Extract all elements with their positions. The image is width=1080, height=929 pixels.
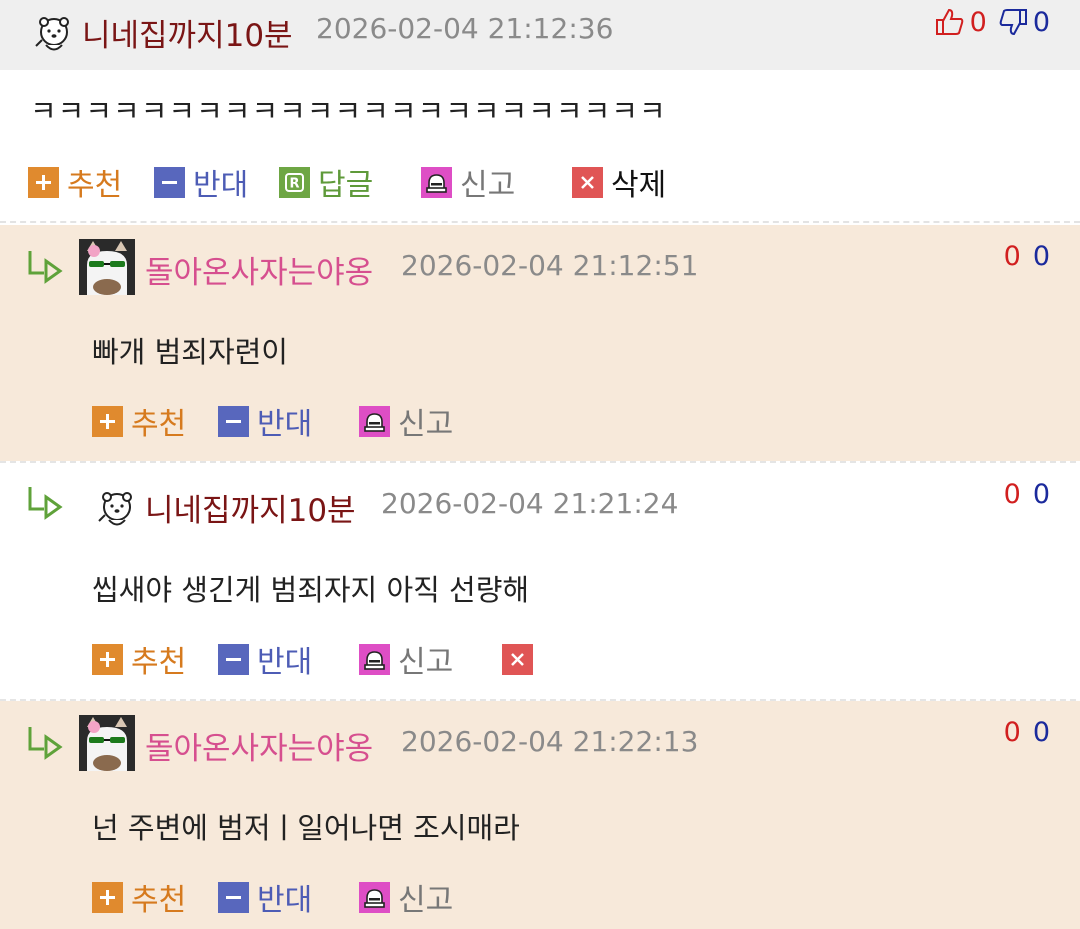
reply-actions: 추천 반대 신고 — [92, 877, 592, 918]
reply-button[interactable]: R 답글 — [279, 162, 374, 203]
reply-content: 넌 주변에 범저ㅣ일어나면 조시매라 — [92, 811, 520, 845]
minus-icon — [218, 643, 249, 675]
reply-arrow-icon — [28, 727, 63, 760]
siren-icon — [421, 166, 452, 198]
comment-timestamp: 2026-02-04 21:12:36 — [316, 12, 614, 45]
comment-nickname[interactable]: 니네집까지10분 — [82, 10, 293, 55]
siren-icon — [359, 643, 390, 675]
minus-icon — [154, 166, 185, 198]
reply-content: 빠개 범죄자련이 — [92, 335, 288, 369]
reply-item: 니네집까지10분 2026-02-04 21:21:24 0 0 씹새야 생긴게… — [0, 463, 1080, 699]
plus-icon — [28, 166, 59, 198]
oppose-label: 반대 — [257, 407, 313, 442]
reply-like-count: 0 — [1003, 717, 1021, 748]
reply-arrow-icon — [28, 251, 63, 284]
reply-dislike-count: 0 — [1032, 479, 1050, 510]
report-button[interactable]: 신고 — [359, 877, 454, 918]
oppose-label: 반대 — [257, 645, 313, 680]
svg-text:R: R — [289, 176, 299, 191]
reply-votes: 0 0 — [1004, 479, 1050, 510]
recommend-button[interactable]: 추천 — [92, 877, 187, 918]
plus-icon — [92, 405, 123, 437]
comment-content: ㅋㅋㅋㅋㅋㅋㅋㅋㅋㅋㅋㅋㅋㅋㅋㅋㅋㅋㅋㅋㅋㅋㅋ — [30, 94, 667, 128]
thumbs-up-icon[interactable] — [934, 6, 966, 38]
reply-timestamp: 2026-02-04 21:12:51 — [401, 249, 699, 282]
thumbs-down-icon[interactable] — [997, 6, 1029, 38]
like-count: 0 — [969, 6, 987, 38]
recommend-label: 추천 — [67, 168, 123, 203]
reply-arrow-icon — [28, 487, 63, 520]
reply-content: 씹새야 생긴게 범죄자지 아직 선량해 — [92, 573, 530, 607]
minus-icon — [218, 405, 249, 437]
report-label: 신고 — [398, 883, 454, 918]
cat-avatar — [79, 239, 135, 295]
reply-votes: 0 0 — [1004, 241, 1050, 272]
recommend-button[interactable]: 추천 — [92, 401, 187, 442]
reply-timestamp: 2026-02-04 21:21:24 — [381, 487, 679, 520]
plus-icon — [92, 881, 123, 913]
reply-dislike-count: 0 — [1032, 241, 1050, 272]
siren-icon — [359, 405, 390, 437]
report-label: 신고 — [398, 407, 454, 442]
reply-item: 돌아온사자는야옹 2026-02-04 21:22:13 0 0 넌 주변에 범… — [0, 701, 1080, 929]
reply-dislike-count: 0 — [1032, 717, 1050, 748]
minus-icon — [218, 881, 249, 913]
oppose-button[interactable]: 반대 — [218, 877, 313, 918]
report-button[interactable]: 신고 — [359, 639, 454, 680]
oppose-label: 반대 — [193, 168, 249, 203]
bear-avatar-icon — [98, 492, 132, 526]
oppose-label: 반대 — [257, 883, 313, 918]
dislike-count: 0 — [1032, 6, 1050, 38]
report-label: 신고 — [398, 645, 454, 680]
reply-nickname[interactable]: 돌아온사자는야옹 — [145, 723, 373, 768]
oppose-button[interactable]: 반대 — [218, 639, 313, 680]
reply-nickname[interactable]: 돌아온사자는야옹 — [145, 247, 373, 292]
comment-header: 니네집까지10분 2026-02-04 21:12:36 0 0 — [0, 0, 1080, 70]
recommend-label: 추천 — [131, 883, 187, 918]
main-comment: 니네집까지10분 2026-02-04 21:12:36 0 0 ㅋㅋㅋㅋㅋㅋㅋ… — [0, 0, 1080, 223]
bear-avatar-icon — [35, 17, 69, 51]
reply-r-icon: R — [279, 166, 310, 198]
reply-item: 돌아온사자는야옹 2026-02-04 21:12:51 0 0 빠개 범죄자련… — [0, 225, 1080, 461]
close-icon — [572, 166, 603, 198]
delete-label: 삭제 — [611, 168, 667, 203]
delete-button[interactable]: 삭제 — [572, 162, 667, 203]
comment-actions: 추천 반대 R 답글 신고 삭제 — [28, 162, 1028, 203]
vote-counts: 0 0 — [934, 6, 1050, 38]
reply-like-count: 0 — [1003, 241, 1021, 272]
reply-votes: 0 0 — [1004, 717, 1050, 748]
report-label: 신고 — [460, 168, 516, 203]
delete-button[interactable] — [502, 639, 533, 679]
recommend-label: 추천 — [131, 407, 187, 442]
reply-like-count: 0 — [1003, 479, 1021, 510]
close-icon — [502, 643, 533, 675]
report-button[interactable]: 신고 — [421, 162, 516, 203]
reply-label: 답글 — [318, 168, 374, 203]
reply-timestamp: 2026-02-04 21:22:13 — [401, 725, 699, 758]
plus-icon — [92, 643, 123, 675]
report-button[interactable]: 신고 — [359, 401, 454, 442]
reply-actions: 추천 반대 신고 — [92, 639, 592, 680]
recommend-button[interactable]: 추천 — [28, 162, 123, 203]
recommend-button[interactable]: 추천 — [92, 639, 187, 680]
reply-nickname[interactable]: 니네집까지10분 — [145, 485, 356, 530]
reply-actions: 추천 반대 신고 — [92, 401, 592, 442]
cat-avatar — [79, 715, 135, 771]
siren-icon — [359, 881, 390, 913]
oppose-button[interactable]: 반대 — [154, 162, 249, 203]
oppose-button[interactable]: 반대 — [218, 401, 313, 442]
recommend-label: 추천 — [131, 645, 187, 680]
